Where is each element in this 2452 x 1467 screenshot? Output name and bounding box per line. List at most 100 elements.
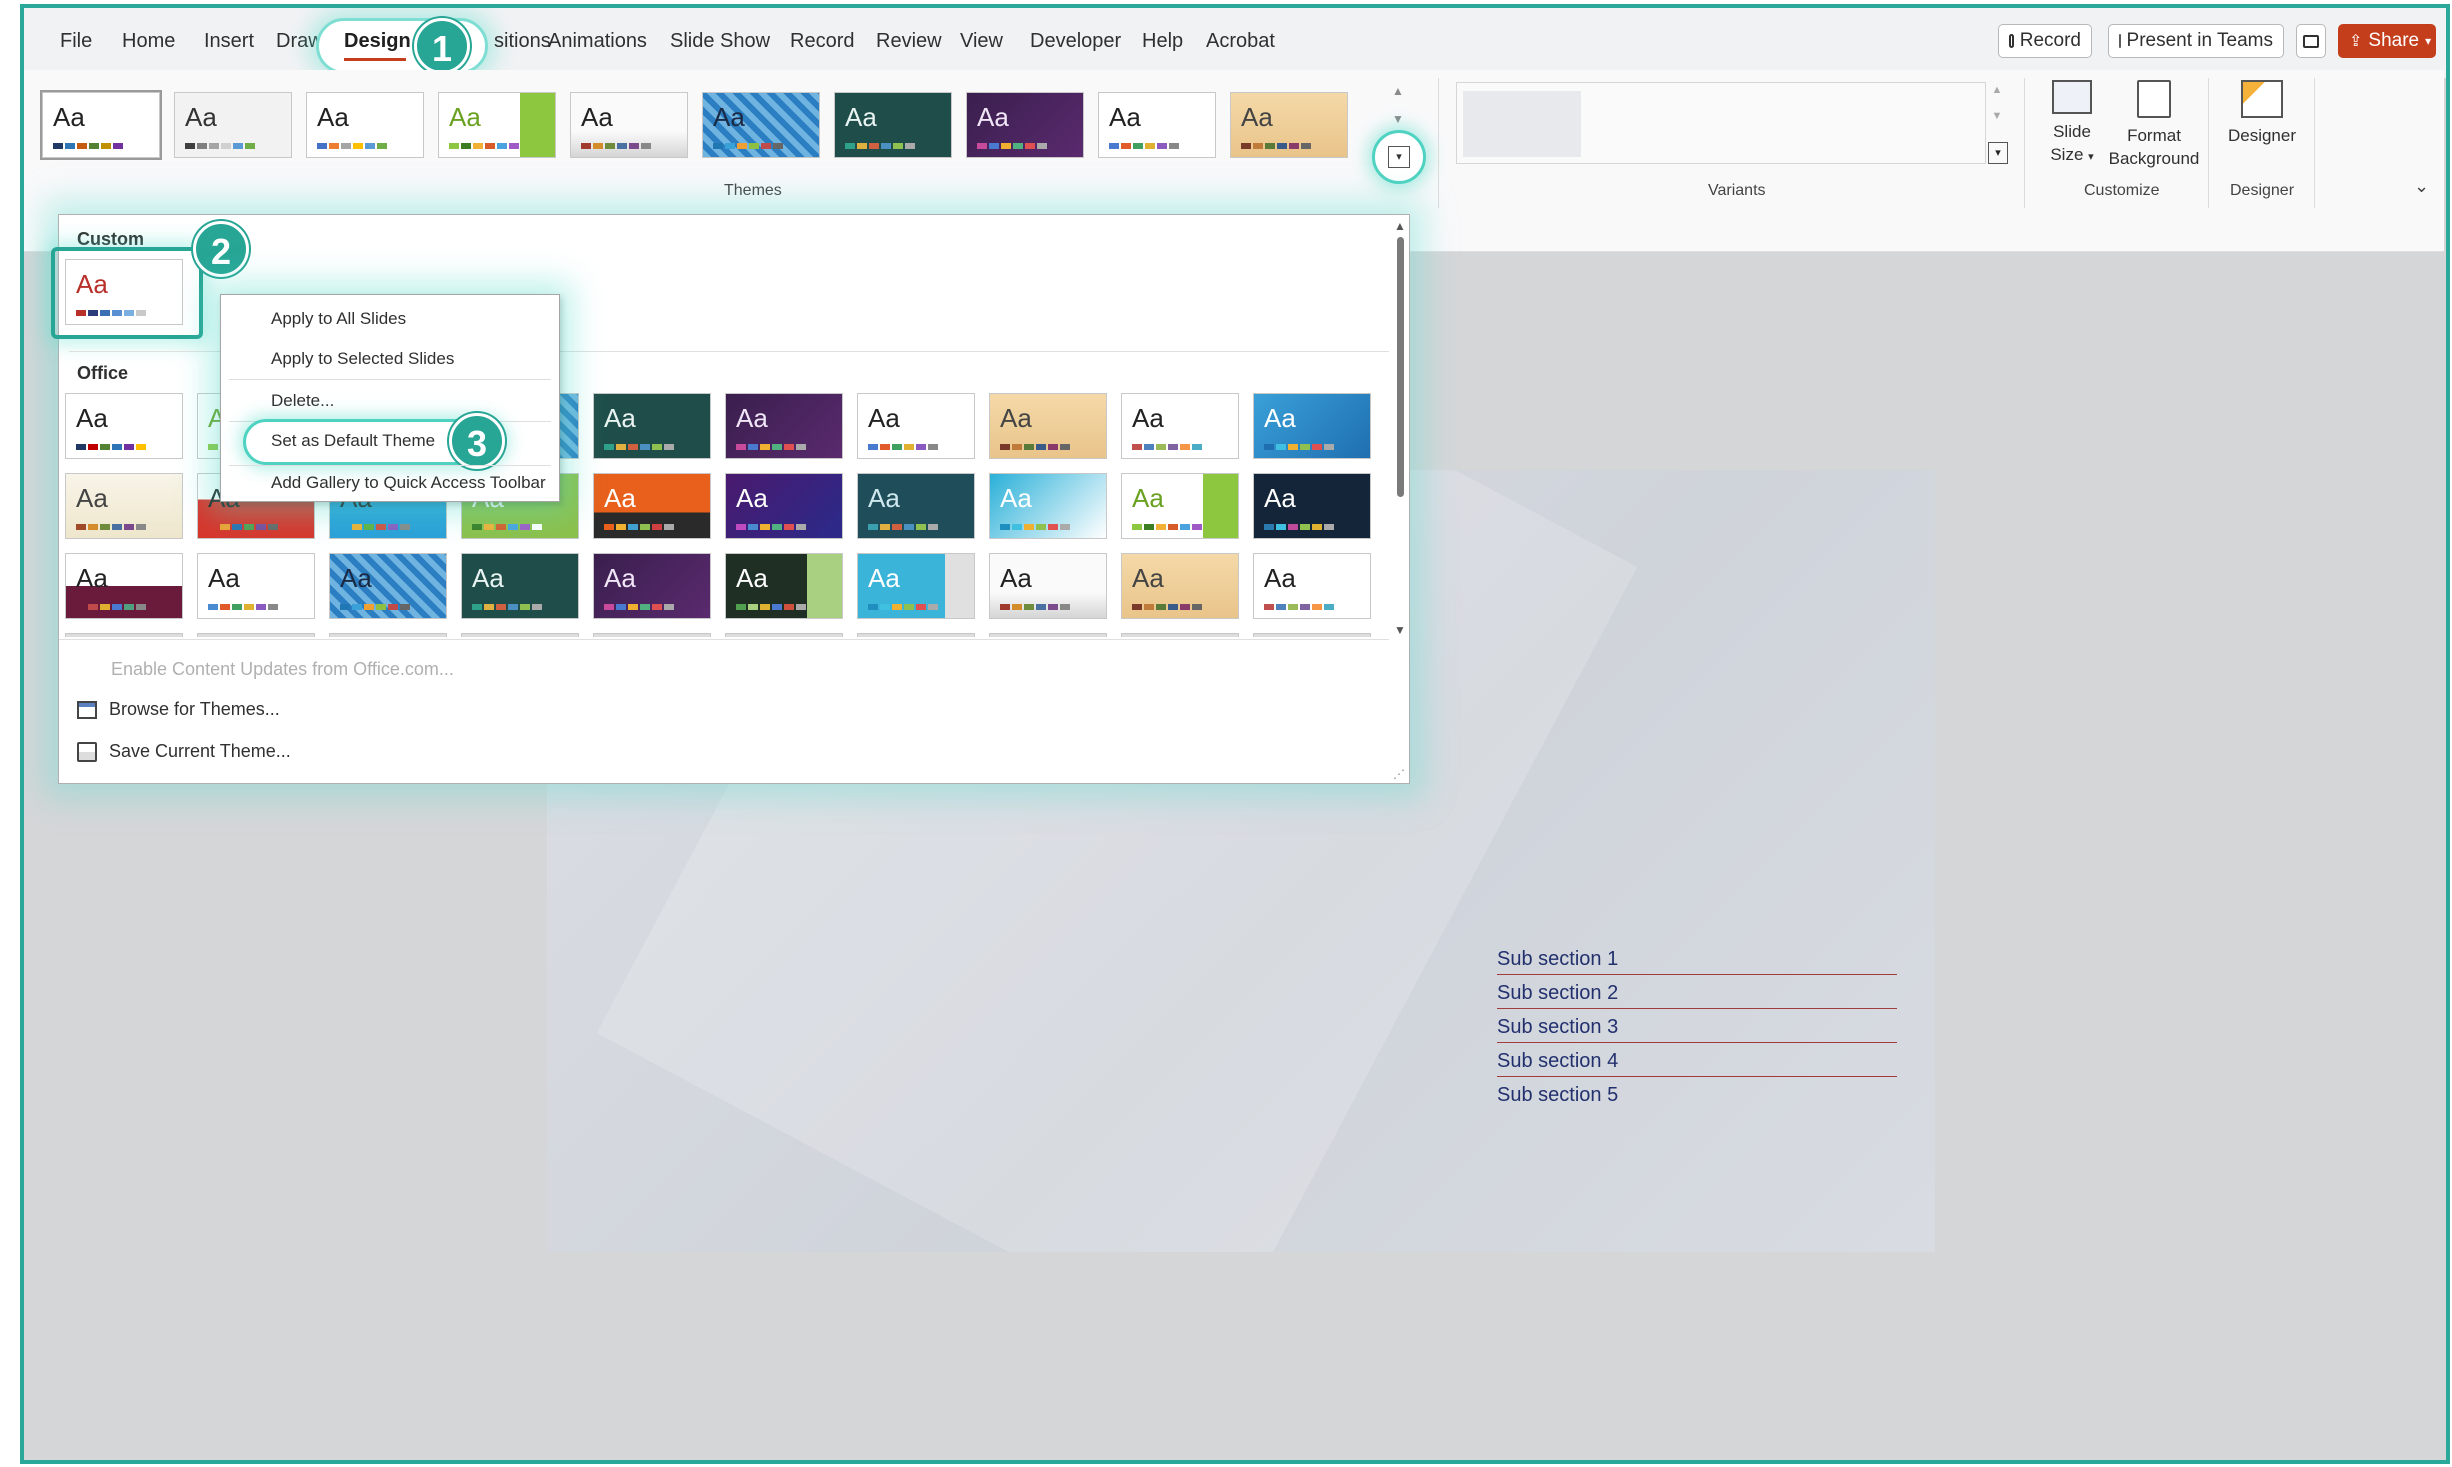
tab-record[interactable]: Record	[790, 30, 854, 53]
office-theme-thumbnail-partial[interactable]	[65, 633, 183, 637]
office-theme-thumbnail-partial[interactable]	[725, 633, 843, 637]
office-theme-thumbnail[interactable]: Aa	[1121, 553, 1239, 619]
office-theme-thumbnail[interactable]: Aa	[1253, 553, 1371, 619]
sub-section-5[interactable]: Sub section 5	[1497, 1084, 1897, 1110]
office-theme-thumbnail[interactable]: Aa	[725, 393, 843, 459]
sub-section-4[interactable]: Sub section 4	[1497, 1050, 1897, 1077]
office-theme-thumbnail[interactable]: Aa	[857, 473, 975, 539]
step-badge-3: 3	[449, 413, 505, 469]
office-theme-thumbnail[interactable]: Aa	[1121, 473, 1239, 539]
sub-section-1[interactable]: Sub section 1	[1497, 948, 1897, 975]
save-current-theme-item[interactable]: Save Current Theme...	[77, 741, 291, 762]
office-theme-thumbnail[interactable]: Aa	[593, 553, 711, 619]
share-button-label: Share	[2368, 30, 2420, 51]
scroll-down-arrow-icon[interactable]: ▼	[1393, 623, 1407, 637]
variant-placeholder[interactable]	[1463, 91, 1581, 157]
ribbon-theme-thumbnail[interactable]: Aa	[438, 92, 556, 158]
scroll-thumb[interactable]	[1396, 237, 1404, 497]
sub-section-2[interactable]: Sub section 2	[1497, 982, 1897, 1009]
ribbon-theme-thumbnail[interactable]: Aa	[570, 92, 688, 158]
office-theme-thumbnail[interactable]: Aa	[329, 553, 447, 619]
record-button[interactable]: Record	[1998, 24, 2092, 58]
add-gallery-to-qat-item[interactable]: Add Gallery to Quick Access Toolbar	[271, 473, 546, 493]
tab-acrobat[interactable]: Acrobat	[1206, 30, 1275, 53]
present-in-teams-button[interactable]: Present in Teams	[2108, 24, 2284, 58]
resize-grip-icon[interactable]: ⋰	[1393, 767, 1405, 781]
collapse-ribbon-chevron-icon[interactable]: ⌄	[2414, 176, 2429, 197]
office-theme-thumbnail[interactable]: Aa	[857, 553, 975, 619]
scroll-up-arrow-icon[interactable]: ▲	[1393, 219, 1407, 233]
office-theme-thumbnail-partial[interactable]	[461, 633, 579, 637]
ribbon-theme-thumbnail[interactable]: Aa	[966, 92, 1084, 158]
ribbon-theme-thumbnail[interactable]: Aa	[1098, 92, 1216, 158]
teams-icon	[2119, 34, 2121, 48]
office-theme-thumbnail-partial[interactable]	[857, 633, 975, 637]
office-theme-thumbnail[interactable]: Aa	[593, 393, 711, 459]
ribbon-theme-thumbnail[interactable]: Aa	[40, 90, 162, 160]
sub-section-3[interactable]: Sub section 3	[1497, 1016, 1897, 1043]
ribbon-theme-thumbnail[interactable]: Aa	[174, 92, 292, 158]
present-in-teams-label: Present in Teams	[2126, 30, 2273, 51]
tab-home[interactable]: Home	[122, 30, 175, 53]
office-theme-thumbnail-partial[interactable]	[329, 633, 447, 637]
office-theme-thumbnail[interactable]: Aa	[725, 553, 843, 619]
ribbon-theme-thumbnail[interactable]: Aa	[702, 92, 820, 158]
themes-more-button[interactable]: ▾	[1388, 146, 1410, 168]
custom-theme-thumbnail[interactable]: Aa	[65, 259, 183, 325]
office-theme-thumbnail[interactable]: Aa	[989, 553, 1107, 619]
enable-content-updates-item: Enable Content Updates from Office.com..…	[111, 659, 454, 679]
tab-design[interactable]: Design	[344, 30, 411, 53]
theme-color-swatches	[1000, 444, 1070, 450]
tab-review[interactable]: Review	[876, 30, 942, 53]
office-theme-thumbnail[interactable]: Aa	[65, 553, 183, 619]
office-theme-thumbnail[interactable]: Aa	[461, 553, 579, 619]
office-theme-thumbnail[interactable]: Aa	[197, 553, 315, 619]
ribbon-tab-bar: File Home Insert Draw Design 1 sitions A…	[24, 8, 2446, 78]
variants-scroll-up[interactable]: ▲	[1988, 84, 2006, 104]
office-theme-thumbnail[interactable]: Aa	[65, 473, 183, 539]
set-as-default-theme-item[interactable]: Set as Default Theme	[271, 431, 435, 451]
tab-slide-show[interactable]: Slide Show	[670, 30, 770, 53]
office-theme-thumbnail-partial[interactable]	[1253, 633, 1371, 637]
office-theme-thumbnail-partial[interactable]	[593, 633, 711, 637]
ribbon-theme-thumbnail[interactable]: Aa	[1230, 92, 1348, 158]
theme-sample-text: Aa	[340, 563, 372, 593]
slide-size-button[interactable]: Slide Size ▾	[2040, 80, 2104, 169]
tab-developer[interactable]: Developer	[1030, 30, 1121, 53]
office-theme-thumbnail[interactable]: Aa	[989, 393, 1107, 459]
delete-theme-item[interactable]: Delete...	[271, 391, 334, 411]
office-theme-thumbnail[interactable]: Aa	[989, 473, 1107, 539]
theme-color-swatches	[581, 143, 651, 149]
office-theme-thumbnail[interactable]: Aa	[857, 393, 975, 459]
browse-for-themes-item[interactable]: Browse for Themes...	[77, 699, 280, 720]
tab-animations[interactable]: Animations	[548, 30, 647, 53]
tab-insert[interactable]: Insert	[204, 30, 254, 53]
office-theme-thumbnail[interactable]: Aa	[1253, 393, 1371, 459]
share-button[interactable]: ⇪ Share ▾	[2338, 24, 2436, 58]
designer-group-label: Designer	[2230, 182, 2295, 199]
tab-view[interactable]: View	[960, 30, 1003, 53]
office-theme-thumbnail[interactable]: Aa	[593, 473, 711, 539]
tab-transitions[interactable]: sitions	[494, 30, 551, 53]
apply-to-all-slides-item[interactable]: Apply to All Slides	[271, 309, 406, 329]
designer-button[interactable]: Designer	[2220, 80, 2304, 147]
office-theme-thumbnail[interactable]: Aa	[1253, 473, 1371, 539]
gallery-scrollbar[interactable]: ▲ ▼	[1393, 219, 1407, 637]
ribbon-theme-thumbnail[interactable]: Aa	[834, 92, 952, 158]
ribbon-theme-thumbnail[interactable]: Aa	[306, 92, 424, 158]
comments-button[interactable]	[2296, 24, 2326, 58]
office-theme-thumbnail[interactable]: Aa	[65, 393, 183, 459]
themes-scroll-up[interactable]: ▲	[1388, 84, 1408, 106]
variants-more-button[interactable]: ▾	[1988, 142, 2008, 164]
variants-scroll-down[interactable]: ▼	[1988, 110, 2006, 130]
office-theme-thumbnail-partial[interactable]	[1121, 633, 1239, 637]
tab-help[interactable]: Help	[1142, 30, 1183, 53]
office-theme-thumbnail[interactable]: Aa	[1121, 393, 1239, 459]
format-background-button[interactable]: Format Background	[2102, 80, 2206, 170]
designer-icon	[2241, 80, 2283, 118]
office-theme-thumbnail-partial[interactable]	[197, 633, 315, 637]
office-theme-thumbnail[interactable]: Aa	[725, 473, 843, 539]
office-theme-thumbnail-partial[interactable]	[989, 633, 1107, 637]
tab-file[interactable]: File	[60, 30, 92, 53]
apply-to-selected-slides-item[interactable]: Apply to Selected Slides	[271, 349, 454, 369]
